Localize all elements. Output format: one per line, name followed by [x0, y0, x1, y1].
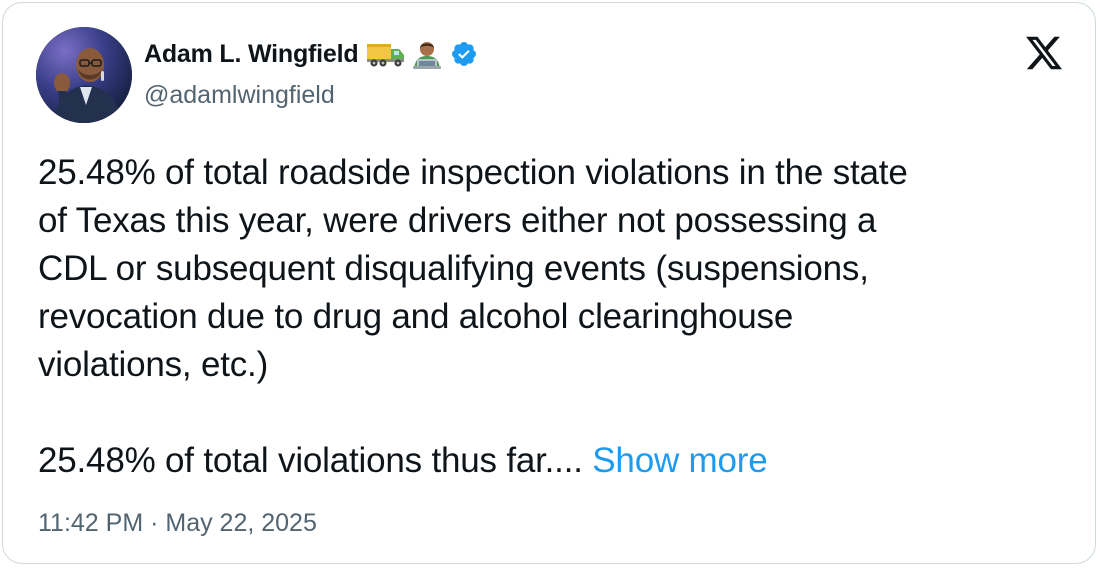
author-display-name[interactable]: Adam L. Wingfield [144, 40, 359, 69]
x-logo-icon[interactable] [1023, 33, 1065, 73]
avatar-image [36, 27, 132, 123]
tweet-card: Adam L. Wingfield @adamlwingfield 25.48%… [2, 2, 1096, 564]
tweet-timestamp[interactable]: 11:42 PM · May 22, 2025 [38, 509, 317, 538]
tweet-paragraph-2-text: 25.48% of total violations thus far.... [38, 441, 593, 480]
show-more-link[interactable]: Show more [592, 441, 767, 480]
tweet-paragraph-1: 25.48% of total roadside inspection viol… [38, 153, 908, 384]
tweet-text: 25.48% of total roadside inspection viol… [38, 149, 1068, 485]
author-handle[interactable]: @adamlwingfield [144, 81, 335, 110]
verified-badge-icon[interactable] [450, 40, 478, 68]
delivery-truck-emoji-icon [366, 40, 406, 68]
avatar[interactable] [36, 27, 132, 123]
technologist-emoji-icon [410, 39, 444, 69]
tweet-paragraph-2: 25.48% of total violations thus far.... … [38, 437, 1068, 485]
author-name-row: Adam L. Wingfield [144, 37, 478, 71]
